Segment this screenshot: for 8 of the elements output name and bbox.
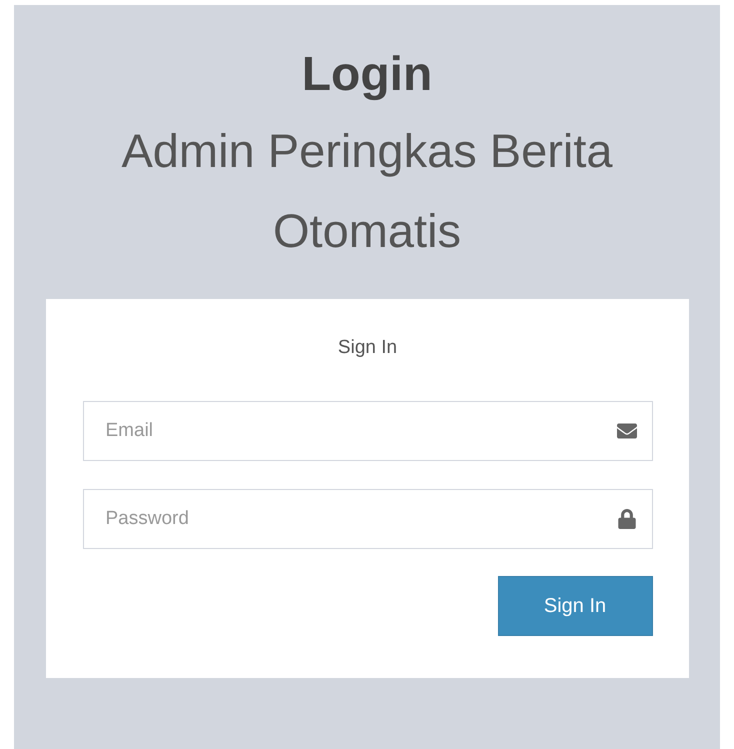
envelope-icon xyxy=(616,421,636,441)
login-title: Login xyxy=(302,47,432,103)
email-field[interactable]: Email xyxy=(82,401,652,461)
sign-in-button[interactable]: Sign In xyxy=(498,576,652,636)
app-subtitle: Admin Peringkas Berita Otomatis xyxy=(120,123,614,259)
password-field[interactable]: Password xyxy=(82,489,652,549)
sign-in-heading: Sign In xyxy=(338,337,398,359)
lock-icon xyxy=(616,509,636,529)
